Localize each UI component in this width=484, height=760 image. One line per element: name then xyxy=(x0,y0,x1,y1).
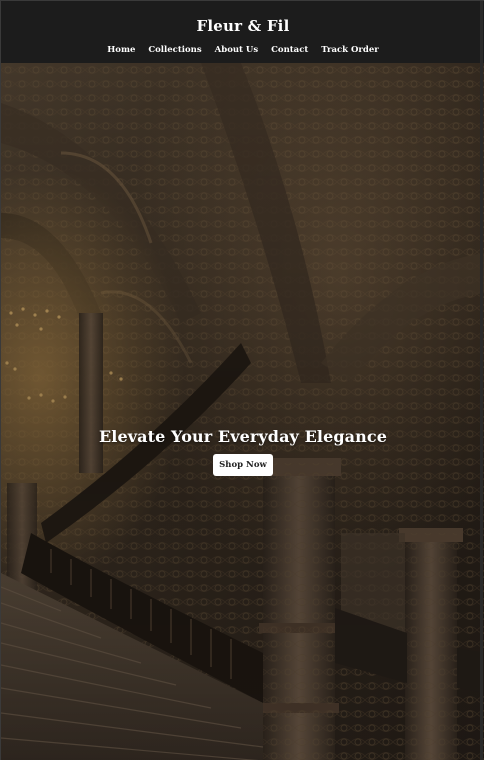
nav-about-us[interactable]: About Us xyxy=(215,45,258,55)
nav-home[interactable]: Home xyxy=(107,45,135,55)
shop-now-button[interactable]: Shop Now xyxy=(213,454,273,476)
hero-title: Elevate Your Everyday Elegance xyxy=(99,427,387,446)
nav-contact[interactable]: Contact xyxy=(271,45,308,55)
hero-section: Elevate Your Everyday Elegance Shop Now xyxy=(1,63,484,760)
site-header: Fleur & Fil Home Collections About Us Co… xyxy=(1,1,484,63)
scrollbar[interactable] xyxy=(480,1,483,760)
main-nav: Home Collections About Us Contact Track … xyxy=(1,45,484,55)
hero-background-image xyxy=(1,63,484,760)
hero-content: Elevate Your Everyday Elegance Shop Now xyxy=(1,427,484,476)
nav-collections[interactable]: Collections xyxy=(148,45,201,55)
page: Fleur & Fil Home Collections About Us Co… xyxy=(0,0,484,760)
brand-logo[interactable]: Fleur & Fil xyxy=(1,17,484,35)
nav-track-order[interactable]: Track Order xyxy=(321,45,378,55)
